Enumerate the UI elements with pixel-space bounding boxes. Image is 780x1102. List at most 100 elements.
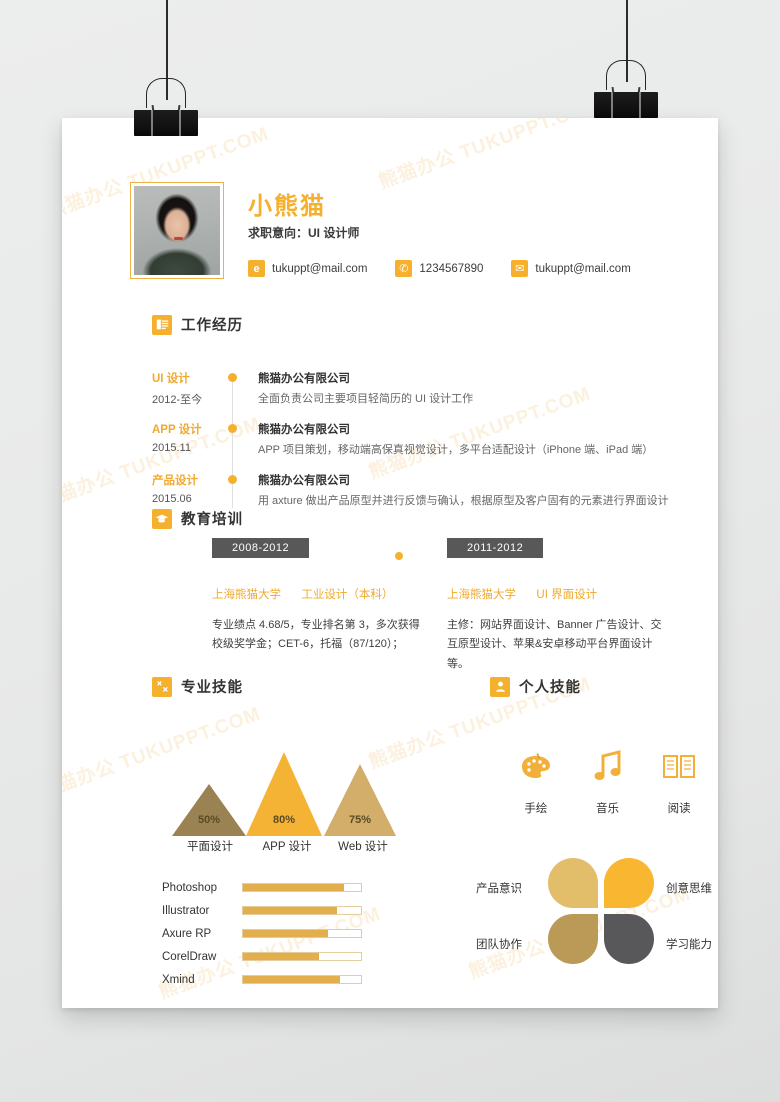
hobby-label: 音乐 — [596, 803, 619, 815]
palette-icon — [500, 746, 572, 786]
skill-triangle-labels: 平面设计 APP 设计 Web 设计 — [172, 838, 402, 854]
work-item-meta: APP 设计 2015.11 — [152, 421, 224, 454]
work-company: 熊猫办公有限公司 — [258, 424, 350, 436]
education-school: 上海熊猫大学 — [447, 589, 516, 601]
hobby-item: 音乐 — [572, 746, 644, 816]
progress-track — [242, 883, 362, 892]
section-title: 教育培训 — [181, 512, 243, 528]
education-meta: 上海熊猫大学 工业设计（本科） — [212, 586, 427, 602]
education-period-badge: 2011-2012 — [447, 538, 544, 558]
open-book-icon — [643, 746, 715, 786]
clip-body — [134, 110, 198, 136]
trait-label: 团队协作 — [476, 939, 522, 951]
trait-petal-bottom-right — [604, 914, 654, 964]
trait-petal-top-left — [548, 858, 598, 908]
candidate-name: 小熊猫 — [248, 193, 326, 220]
avatar-image — [134, 186, 220, 275]
section-title: 工作经历 — [181, 318, 243, 334]
contact-item-email[interactable]: ✉ tukuppt@mail.com — [511, 260, 631, 277]
progress-fill — [243, 976, 340, 983]
work-position: UI 设计 — [152, 373, 190, 385]
software-name: Illustrator — [162, 904, 210, 917]
resume-header: 小熊猫 求职意向：UI 设计师 e tukuppt@mail.com ✆ 123… — [130, 182, 660, 282]
work-date: 2015.06 — [152, 493, 192, 505]
contact-item-website[interactable]: e tukuppt@mail.com — [248, 260, 367, 277]
contact-value: tukuppt@mail.com — [535, 262, 631, 275]
education-item: 2011-2012 上海熊猫大学 UI 界面设计 主修：网站界面设计、Banne… — [447, 538, 662, 674]
software-skill-row: Photoshop — [162, 876, 422, 899]
work-description: APP 项目策划，移动端高保真视觉设计，多平台适配设计（iPhone 端、iPa… — [258, 444, 654, 456]
binder-clip-right — [594, 60, 658, 118]
avatar-detail — [174, 237, 184, 241]
work-description: 用 axture 做出产品原型并进行反馈与确认，根据原型及客户固有的元素进行界面… — [258, 495, 669, 507]
tools-icon — [152, 676, 172, 697]
clip-body — [594, 92, 658, 118]
contact-list: e tukuppt@mail.com ✆ 1234567890 ✉ tukupp… — [248, 260, 631, 277]
progress-fill — [243, 953, 319, 960]
work-company: 熊猫办公有限公司 — [258, 373, 350, 385]
progress-track — [242, 906, 362, 915]
software-name: Axure RP — [162, 927, 212, 940]
education-description: 主修：网站界面设计、Banner 广告设计、交互原型设计、苹果&安卓移动平台界面… — [447, 619, 662, 670]
resume-paper: 熊猫办公 TUKUPPT.COM 熊猫办公 TUKUPPT.COM 熊猫办公 T… — [62, 118, 718, 1008]
contact-item-phone[interactable]: ✆ 1234567890 — [395, 260, 483, 277]
work-description: 全面负责公司主要项目轻简历的 UI 设计工作 — [258, 393, 474, 405]
progress-track — [242, 952, 362, 961]
triangle-shape — [172, 784, 246, 836]
work-item-meta: 产品设计 2015.06 — [152, 472, 224, 505]
section-title: 个人技能 — [519, 680, 581, 696]
education-school: 上海熊猫大学 — [212, 589, 281, 601]
binder-clip-left — [134, 78, 198, 136]
work-date: 2015.11 — [152, 442, 191, 454]
trait-petal-bottom-left — [548, 914, 598, 964]
work-item: APP 设计 2015.11 熊猫办公有限公司 APP 项目策划，移动端高保真视… — [152, 421, 672, 472]
skill-label: Web 设计 — [338, 841, 388, 853]
trait-petal-top-right — [604, 858, 654, 908]
timeline-dot — [228, 424, 237, 433]
education-major: 工业设计（本科） — [301, 589, 394, 601]
traits-flower-diagram: 产品意识 创意思维 团队协作 学习能力 — [476, 858, 712, 964]
work-item-meta: UI 设计 2012-至今 — [152, 370, 224, 407]
music-note-icon — [572, 746, 644, 786]
work-company: 熊猫办公有限公司 — [258, 475, 350, 487]
clip-wire — [606, 60, 646, 90]
trait-label: 学习能力 — [666, 939, 712, 951]
software-skill-bars: Photoshop Illustrator Axure RP CorelDraw… — [162, 876, 422, 991]
work-item-body: 熊猫办公有限公司 APP 项目策划，移动端高保真视觉设计，多平台适配设计（iPh… — [258, 421, 672, 458]
education-description: 专业绩点 4.68/5，专业排名第 3，多次获得校级奖学金；CET-6，托福（8… — [212, 619, 420, 651]
skill-percent: 50% — [197, 814, 221, 826]
work-item: UI 设计 2012-至今 熊猫办公有限公司 全面负责公司主要项目轻简历的 UI… — [152, 370, 672, 421]
software-name: Xmind — [162, 973, 195, 986]
ie-browser-icon: e — [248, 260, 265, 277]
phone-icon: ✆ — [395, 260, 413, 277]
software-skill-row: CorelDraw — [162, 945, 422, 968]
software-skill-row: Xmind — [162, 968, 422, 991]
education-item: 2008-2012 上海熊猫大学 工业设计（本科） 专业绩点 4.68/5，专业… — [212, 538, 427, 655]
work-item-body: 熊猫办公有限公司 全面负责公司主要项目轻简历的 UI 设计工作 — [258, 370, 672, 407]
contact-value: tukuppt@mail.com — [272, 262, 368, 275]
section-header-professional-skills: 专业技能 — [152, 676, 243, 697]
job-objective: 求职意向：UI 设计师 — [248, 226, 360, 240]
timeline-dot — [228, 373, 237, 382]
education-major: UI 界面设计 — [536, 589, 598, 601]
skill-label: APP 设计 — [262, 841, 312, 853]
clip-wire — [146, 78, 186, 108]
software-name: Photoshop — [162, 881, 217, 894]
trait-label: 产品意识 — [476, 883, 522, 895]
section-title: 专业技能 — [181, 680, 243, 696]
document-list-icon — [152, 314, 172, 335]
work-item-body: 熊猫办公有限公司 用 axture 做出产品原型并进行反馈与确认，根据原型及客户… — [258, 472, 672, 509]
hobby-list: 手绘 音乐 阅读 — [500, 746, 715, 816]
trait-label: 创意思维 — [666, 883, 712, 895]
skill-label: 平面设计 — [187, 841, 233, 853]
education-period-badge: 2008-2012 — [212, 538, 310, 558]
progress-fill — [243, 907, 338, 914]
section-header-work: 工作经历 — [152, 314, 243, 335]
hobby-item: 阅读 — [643, 746, 715, 816]
progress-track — [242, 929, 362, 938]
work-position: 产品设计 — [152, 475, 198, 487]
progress-track — [242, 975, 362, 984]
avatar — [130, 182, 224, 279]
envelope-icon: ✉ — [511, 260, 529, 277]
skill-triangle: 50% — [172, 784, 246, 836]
